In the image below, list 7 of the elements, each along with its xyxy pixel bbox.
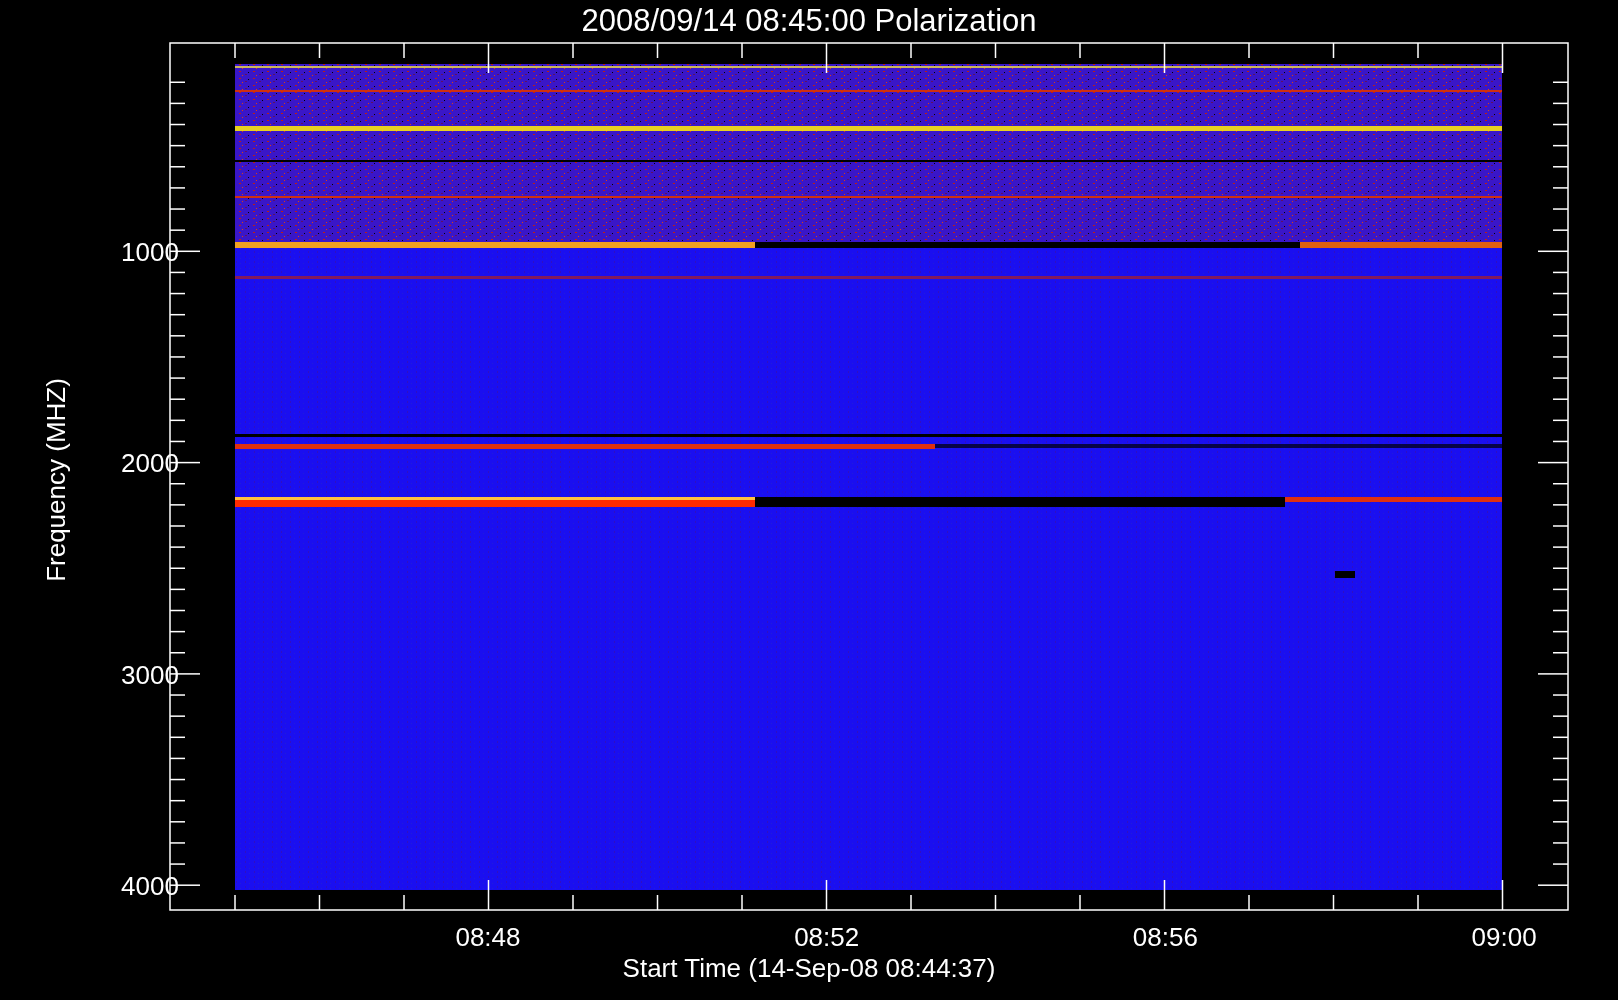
axis-tick-label: 08:48	[455, 922, 521, 952]
axis-tick-label: 08:56	[1132, 922, 1198, 952]
axis-tick-label: 08:52	[794, 922, 860, 952]
axis-tick-label: 09:00	[1471, 922, 1537, 952]
chart-title: 2008/09/14 08:45:00 Polarization	[581, 3, 1037, 38]
axis-title: Frequency (MHZ)	[41, 378, 71, 582]
axis-title: Start Time (14-Sep-08 08:44:37)	[622, 953, 996, 983]
